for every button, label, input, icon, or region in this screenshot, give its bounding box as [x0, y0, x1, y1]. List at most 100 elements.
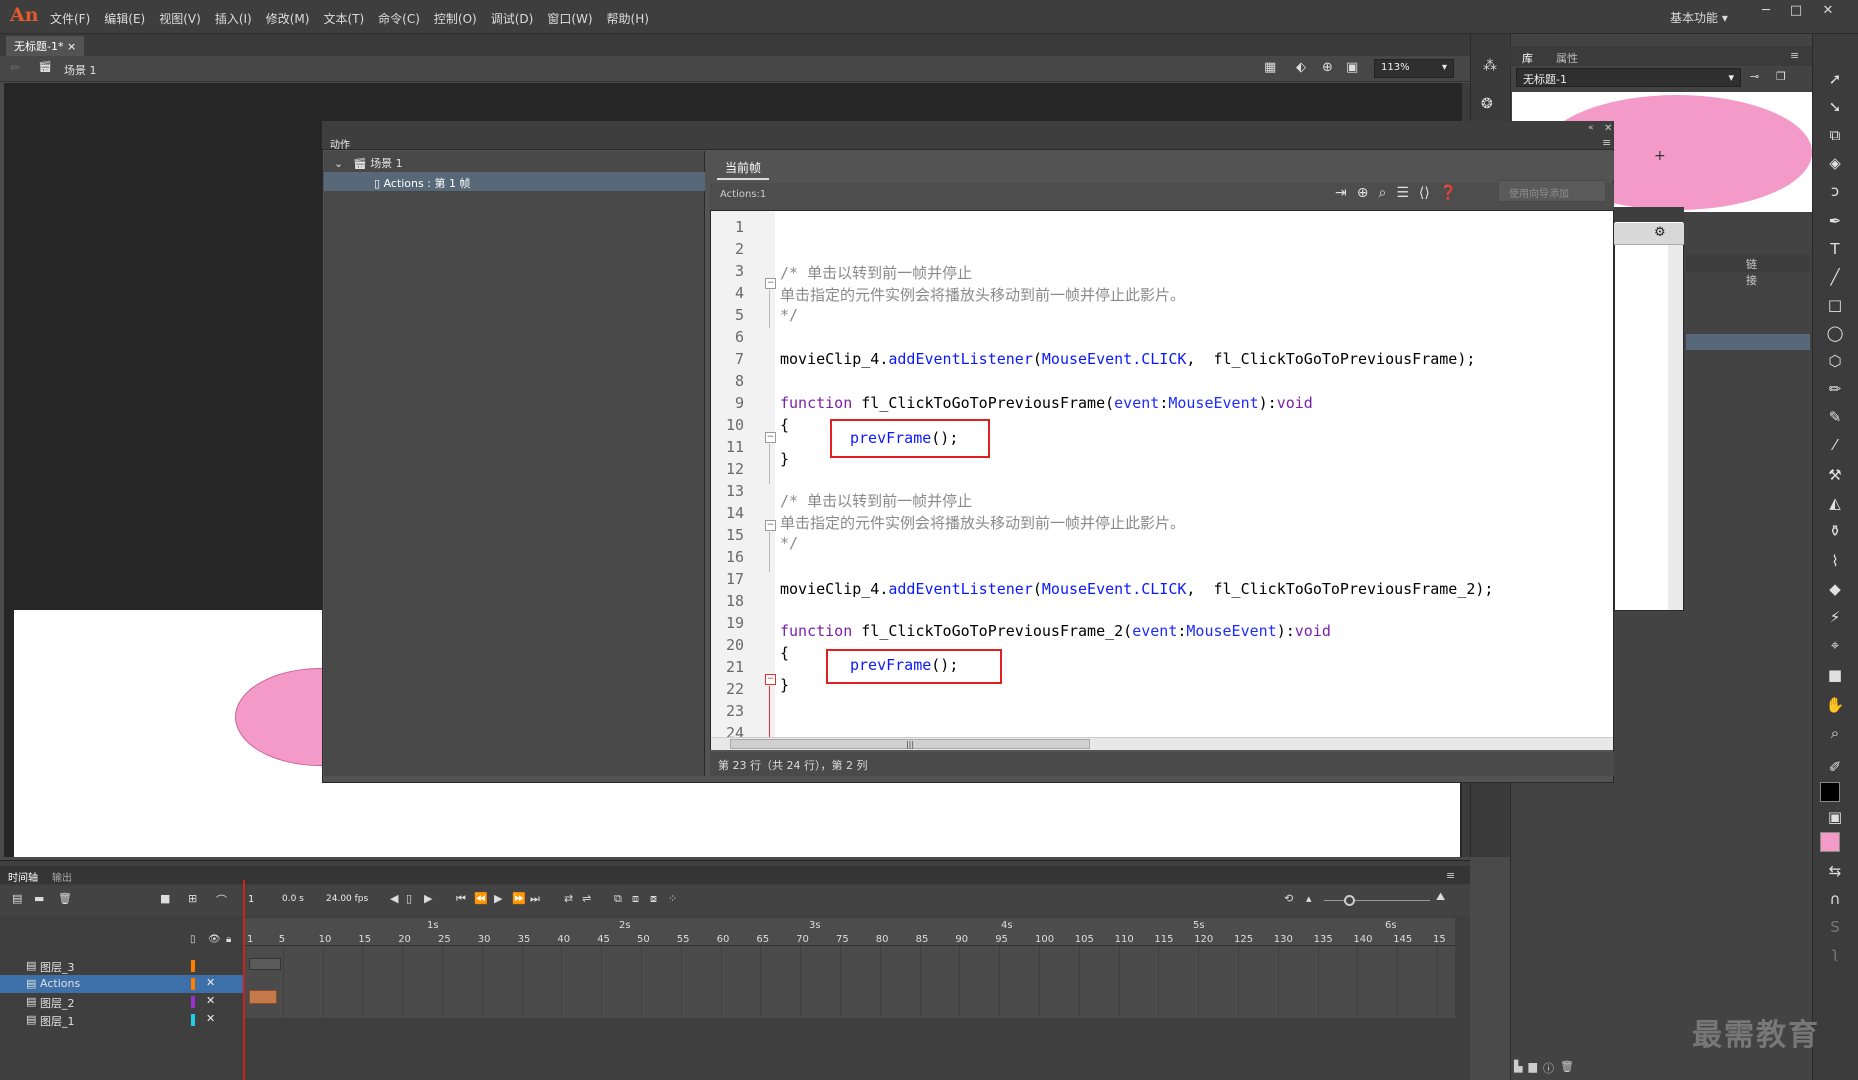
last-frame-icon[interactable]: ⏭ — [530, 892, 540, 906]
menu-debug[interactable]: 调试(D) — [491, 10, 534, 27]
frame-ruler[interactable]: 1s 2s 3s 4s 5s 6s 1 5 10 15 20 25 30 35 40 45 50 55… — [243, 918, 1455, 946]
settings-gear-icon[interactable]: ⚙ — [1654, 225, 1666, 240]
selection-tool-icon[interactable]: ➚ — [1822, 70, 1848, 92]
ink-bottle-icon[interactable]: ⚱ — [1822, 522, 1848, 544]
visibility-eye-icon[interactable]: 👁︎ — [208, 934, 221, 945]
bone-tool-icon[interactable]: ⚒ — [1822, 466, 1848, 488]
new-folder-icon[interactable]: ▆ — [1528, 1060, 1536, 1076]
timeline-menu-icon[interactable]: ≡ — [1446, 869, 1455, 882]
minimize-button[interactable]: ─ — [1752, 3, 1780, 21]
menu-view[interactable]: 视图(V) — [159, 10, 201, 27]
camera-icon[interactable]: ■ — [160, 892, 170, 905]
oval-tool-icon[interactable]: ◯ — [1822, 324, 1848, 346]
collapse-panel-icon[interactable]: « — [1588, 123, 1594, 133]
menu-text[interactable]: 文本(T) — [323, 10, 364, 27]
layer-color-swatch[interactable] — [191, 978, 195, 990]
first-frame-icon[interactable]: ⏮ — [456, 892, 466, 906]
layer-name[interactable]: 图层_3 — [40, 961, 75, 974]
next-keyframe-icon[interactable]: ▶ — [424, 892, 432, 905]
scrollbar-thumb[interactable]: ||| — [730, 739, 1090, 749]
layer3-frames[interactable] — [249, 958, 281, 970]
layer-color-swatch[interactable] — [191, 1014, 195, 1026]
pen-tool-icon[interactable]: ✒ — [1822, 212, 1848, 234]
lasso-icon[interactable]: ↄ — [1822, 182, 1848, 204]
center-frame-icon[interactable]: ⇌ — [582, 892, 591, 905]
tab-timeline[interactable]: 时间轴 — [8, 869, 38, 884]
fit-timeline-icon[interactable]: ⛰ — [1436, 890, 1445, 904]
insert-keyframe-icon[interactable]: ▯ — [406, 892, 412, 905]
layer-color-swatch[interactable] — [191, 960, 195, 972]
camera-icon[interactable]: ■ — [1822, 666, 1848, 688]
properties-icon[interactable]: ⓘ — [1543, 1060, 1554, 1076]
stroke-color-swatch[interactable] — [1820, 782, 1840, 802]
straighten-icon[interactable]: ʅ — [1822, 944, 1848, 966]
outline-toggle-icon[interactable]: ▯ — [190, 934, 196, 945]
play-icon[interactable]: ▶ — [494, 892, 502, 905]
insert-target-icon[interactable]: ⊕ — [1357, 185, 1369, 201]
pin-script-icon[interactable]: ⇥ — [1335, 185, 1347, 201]
playhead[interactable] — [243, 880, 245, 1080]
new-symbol-icon[interactable]: ▙ — [1514, 1060, 1522, 1076]
actions-panel-menu-icon[interactable]: ≡ — [1602, 136, 1611, 149]
layer-row[interactable]: ▤ 图层_3 — [0, 957, 243, 975]
delete-layer-icon[interactable]: 🗑︎ — [58, 892, 72, 905]
current-frame[interactable]: 1 — [248, 894, 254, 905]
library-selected-row[interactable] — [1686, 334, 1810, 350]
tab-library[interactable]: 库 — [1522, 50, 1533, 66]
modify-markers-icon[interactable]: ⁘ — [668, 892, 677, 905]
library-document-select[interactable]: 无标题-1 ▾ — [1516, 68, 1741, 87]
menu-control[interactable]: 控制(O) — [434, 10, 477, 27]
hidden-x-icon[interactable]: ✕ — [206, 994, 215, 1007]
center-stage-icon[interactable]: ⊕ — [1322, 60, 1333, 75]
menu-window[interactable]: 窗口(W) — [547, 10, 592, 27]
tab-current-frame[interactable]: 当前帧 — [717, 157, 770, 180]
zoom-slider-knob[interactable] — [1344, 895, 1355, 906]
zoom-slider-track[interactable] — [1324, 900, 1430, 901]
stroke-color-icon[interactable]: ✐ — [1822, 758, 1848, 780]
pin-icon[interactable]: ⊸ — [1750, 70, 1759, 83]
edit-symbol-icon[interactable]: ⬖ — [1296, 60, 1306, 75]
frame-rate[interactable]: 24.00 fps — [326, 894, 368, 904]
maximize-button[interactable]: □ — [1782, 3, 1810, 21]
layer-name[interactable]: Actions — [40, 977, 80, 990]
layer-name[interactable]: 图层_1 — [40, 1015, 75, 1028]
swap-colors-icon[interactable]: ⇆ — [1822, 862, 1848, 884]
library-column-linkage[interactable]: 链接 — [1686, 254, 1810, 287]
hidden-x-icon[interactable]: ✕ — [206, 976, 215, 989]
edit-multiple-icon[interactable]: ⧇ — [650, 892, 657, 906]
zoom-select[interactable]: 113% ▾ — [1374, 59, 1454, 78]
layer-parenting-icon[interactable]: ⊞ — [188, 892, 197, 905]
menu-modify[interactable]: 修改(M) — [266, 10, 310, 27]
help-icon[interactable]: ❓ — [1440, 185, 1457, 201]
free-transform-icon[interactable]: ⧉ — [1822, 126, 1848, 148]
menu-insert[interactable]: 插入(I) — [215, 10, 252, 27]
new-library-icon[interactable]: ❐ — [1776, 70, 1786, 83]
code-snippets-icon[interactable]: ⟨⟩ — [1419, 185, 1430, 201]
step-back-icon[interactable]: ⏪ — [474, 892, 488, 905]
subselection-tool-icon[interactable]: ➘ — [1822, 98, 1848, 120]
text-tool-icon[interactable]: T — [1822, 240, 1848, 262]
fold-marker-icon[interactable]: − — [765, 674, 776, 685]
layer-color-swatch[interactable] — [191, 996, 195, 1008]
step-forward-icon[interactable]: ⏩ — [512, 892, 526, 905]
swatches-icon[interactable]: ⁂ — [1483, 58, 1497, 74]
add-using-wizard-button[interactable]: 使用向导添加 — [1498, 180, 1606, 202]
clip-icon[interactable]: ▣ — [1346, 60, 1358, 75]
menu-commands[interactable]: 命令(C) — [378, 10, 420, 27]
fold-marker-icon[interactable]: − — [765, 520, 776, 531]
panel-menu-icon[interactable]: ≡ — [1790, 49, 1799, 62]
onion-skin-icon[interactable]: ⧉ — [614, 892, 622, 906]
fill-color-swatch[interactable] — [1820, 832, 1840, 852]
back-arrow-icon[interactable]: ⇦ — [10, 61, 19, 74]
document-tab[interactable]: 无标题-1* × — [6, 36, 85, 56]
graph-icon[interactable]: ⌒ — [216, 892, 227, 908]
width-tool-icon[interactable]: ⚡ — [1822, 608, 1848, 630]
snap-magnet-icon[interactable]: ∩ — [1822, 890, 1848, 912]
eraser-icon[interactable]: ◆ — [1822, 580, 1848, 602]
eyedropper-icon[interactable]: ⌇ — [1822, 552, 1848, 574]
lock-icon[interactable]: 🔒︎ — [226, 934, 231, 945]
fold-marker-icon[interactable]: − — [765, 278, 776, 289]
rectangle-tool-icon[interactable]: □ — [1822, 296, 1848, 318]
new-folder-icon[interactable]: ▬ — [34, 892, 44, 905]
3d-rotation-icon[interactable]: ◈ — [1822, 154, 1848, 176]
